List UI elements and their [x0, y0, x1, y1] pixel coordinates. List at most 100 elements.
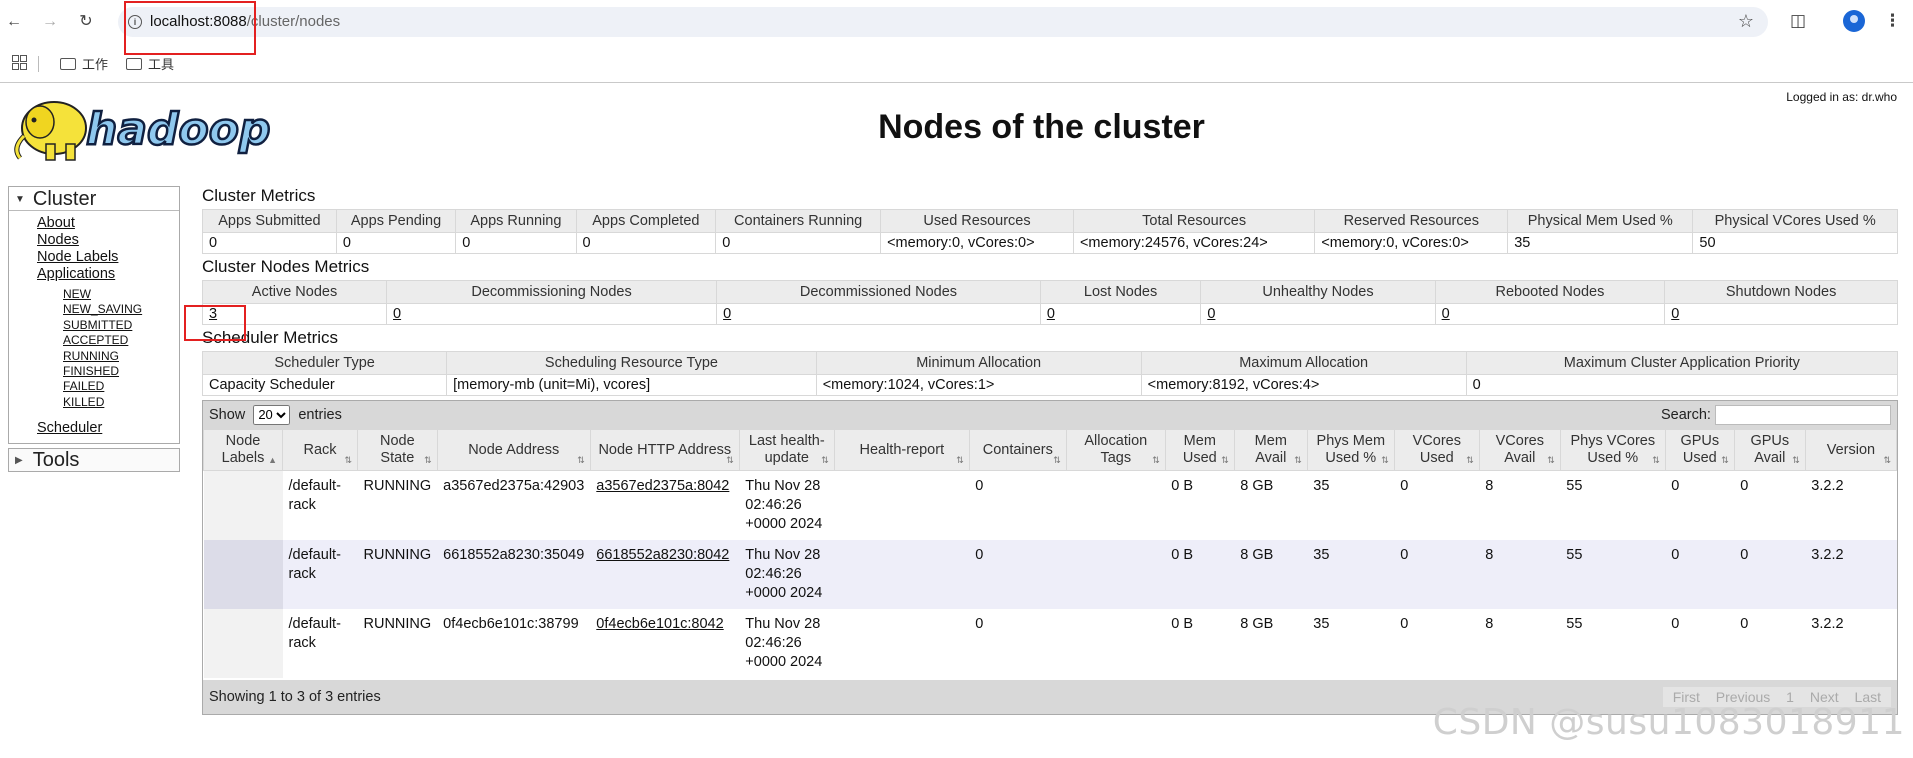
decommissioning-nodes-link[interactable]: 0	[393, 306, 401, 322]
col-phys-vcores-used[interactable]: Phys VCores Used % ⇅	[1559, 429, 1666, 471]
col-rack[interactable]: Rack ⇅	[282, 429, 358, 471]
col-health-report[interactable]: Health-report ⇅	[833, 429, 970, 471]
datatable-toolbar: Show 20 entries Search:	[203, 401, 1897, 429]
cell-mem-used: 0 B	[1165, 470, 1235, 540]
forward-arrow-icon[interactable]: →	[40, 12, 60, 32]
page-title: Nodes of the cluster	[878, 108, 1205, 146]
entries-label: entries	[298, 407, 342, 423]
highlight-box-active-nodes	[184, 305, 246, 341]
sidebar-link-finished[interactable]: FINISHED	[63, 364, 179, 379]
main-content: Cluster Metrics Apps Submitted Apps Pend…	[201, 186, 1899, 715]
triangle-down-icon: ▼	[15, 194, 25, 205]
bookmark-folder-work[interactable]: 工作	[60, 54, 108, 73]
col-header: Apps Pending	[335, 209, 457, 233]
col-vcores-avail[interactable]: VCores Avail ⇅	[1478, 429, 1561, 471]
col-version[interactable]: Version ⇅	[1804, 429, 1898, 471]
cell-vcores-used: 0	[1394, 470, 1480, 540]
lost-nodes-link[interactable]: 0	[1047, 306, 1055, 322]
sort-icon: ⇅	[1466, 455, 1474, 465]
metric-value: 0	[575, 232, 717, 254]
sidebar-link-scheduler[interactable]: Scheduler	[37, 420, 179, 437]
node-metrics-table: Active Nodes Decommissioning Nodes Decom…	[201, 280, 1898, 325]
sidebar-link-accepted[interactable]: ACCEPTED	[63, 333, 179, 348]
col-phys-mem-used[interactable]: Phys Mem Used % ⇅	[1306, 429, 1395, 471]
col-header: Maximum Allocation	[1140, 351, 1467, 375]
search-box: Search:	[1661, 401, 1891, 429]
cell-last-health-update: Thu Nov 28 02:46:26 +0000 2024	[739, 470, 835, 540]
tools-panel-header[interactable]: ▶ Tools	[8, 448, 180, 473]
shutdown-nodes-link[interactable]: 0	[1671, 306, 1679, 322]
node-http-link[interactable]: 6618552a8230:8042	[596, 547, 729, 563]
col-node-address[interactable]: Node Address ⇅	[436, 429, 591, 471]
back-arrow-icon[interactable]: ←	[4, 12, 24, 32]
cell-node-labels	[203, 609, 283, 678]
page-size-select[interactable]: 20	[253, 404, 291, 425]
rebooted-nodes-link[interactable]: 0	[1442, 306, 1450, 322]
decommissioned-nodes-link[interactable]: 0	[723, 306, 731, 322]
cell-vcores-used: 0	[1394, 540, 1480, 609]
col-header: Used Resources	[880, 209, 1074, 233]
col-containers[interactable]: Containers ⇅	[968, 429, 1067, 471]
menu-kebab-icon[interactable]: ⋮	[1884, 11, 1901, 31]
sidebar-link-failed[interactable]: FAILED	[63, 379, 179, 394]
col-header: Containers Running	[715, 209, 882, 233]
show-label: Show	[209, 407, 246, 423]
col-node-labels[interactable]: Node Labels ▲	[203, 429, 283, 471]
cell-rack: /default-rack	[282, 470, 358, 540]
bookmark-star-icon[interactable]: ☆	[1738, 11, 1754, 32]
sidebar-link-applications[interactable]: Applications	[37, 266, 179, 283]
sidebar-link-running[interactable]: RUNNING	[63, 349, 179, 364]
col-header: Reserved Resources	[1314, 209, 1509, 233]
unhealthy-nodes-link[interactable]: 0	[1207, 306, 1215, 322]
bookmark-folder-tools[interactable]: 工具	[126, 54, 174, 73]
cell-mem-avail: 8 GB	[1234, 609, 1308, 678]
col-node-http-address[interactable]: Node HTTP Address ⇅	[589, 429, 740, 471]
col-gpus-avail[interactable]: GPUs Avail ⇅	[1733, 429, 1806, 471]
sidebar-link-new-saving[interactable]: NEW_SAVING	[63, 302, 179, 317]
cell-node-state: RUNNING	[357, 540, 438, 609]
profile-avatar[interactable]	[1843, 10, 1865, 32]
sort-icon: ⇅	[1294, 455, 1302, 465]
col-node-state[interactable]: Node State ⇅	[357, 429, 438, 471]
scheduler-value: [memory-mb (unit=Mi), vcores]	[446, 374, 817, 396]
col-header: Lost Nodes	[1039, 280, 1202, 304]
cell-allocation-tags	[1066, 540, 1166, 609]
sidebar-link-node-labels[interactable]: Node Labels	[37, 249, 179, 266]
metric-value: <memory:0, vCores:0>	[1314, 232, 1509, 254]
col-mem-used[interactable]: Mem Used ⇅	[1164, 429, 1235, 471]
sort-icon: ⇅	[956, 455, 964, 465]
sort-icon: ⇅	[726, 455, 734, 465]
cell-gpus-avail: 0	[1734, 609, 1806, 678]
metric-value: 50	[1692, 232, 1898, 254]
cell-allocation-tags	[1066, 609, 1166, 678]
sidebar-link-about[interactable]: About	[37, 215, 179, 232]
cell-health-report	[834, 470, 970, 540]
extensions-icon[interactable]: ◫	[1790, 11, 1806, 31]
node-http-link[interactable]: 0f4ecb6e101c:8042	[596, 616, 723, 632]
col-allocation-tags[interactable]: Allocation Tags ⇅	[1065, 429, 1166, 471]
cell-allocation-tags	[1066, 470, 1166, 540]
sidebar-link-submitted[interactable]: SUBMITTED	[63, 318, 179, 333]
cluster-panel: ▼ Cluster About Nodes Node Labels Applica…	[8, 186, 180, 445]
metric-value: <memory:24576, vCores:24>	[1072, 232, 1316, 254]
sidebar-link-killed[interactable]: KILLED	[63, 395, 179, 410]
col-gpus-used[interactable]: GPUs Used ⇅	[1664, 429, 1735, 471]
col-vcores-used[interactable]: VCores Used ⇅	[1393, 429, 1480, 471]
metric-value: 0	[455, 232, 577, 254]
metric-value: 0	[715, 232, 882, 254]
cluster-panel-header[interactable]: ▼ Cluster	[9, 187, 179, 211]
node-http-link[interactable]: a3567ed2375a:8042	[596, 478, 729, 494]
col-last-health-update[interactable]: Last health-update ⇅	[738, 429, 835, 471]
address-bar[interactable]: i localhost:8088/cluster/nodes ☆	[118, 7, 1768, 37]
cluster-metrics-title: Cluster Metrics	[202, 186, 316, 205]
cell-rack: /default-rack	[282, 540, 358, 609]
sidebar-link-new[interactable]: NEW	[63, 287, 179, 302]
reload-icon[interactable]: ↻	[76, 12, 96, 32]
search-input[interactable]	[1715, 405, 1891, 426]
cell-gpus-avail: 0	[1734, 540, 1806, 609]
col-mem-avail[interactable]: Mem Avail ⇅	[1233, 429, 1308, 471]
metric-value: <memory:0, vCores:0>	[880, 232, 1074, 254]
sort-icon: ⇅	[1547, 455, 1555, 465]
apps-grid-icon[interactable]	[12, 55, 27, 70]
sidebar-link-nodes[interactable]: Nodes	[37, 232, 179, 249]
